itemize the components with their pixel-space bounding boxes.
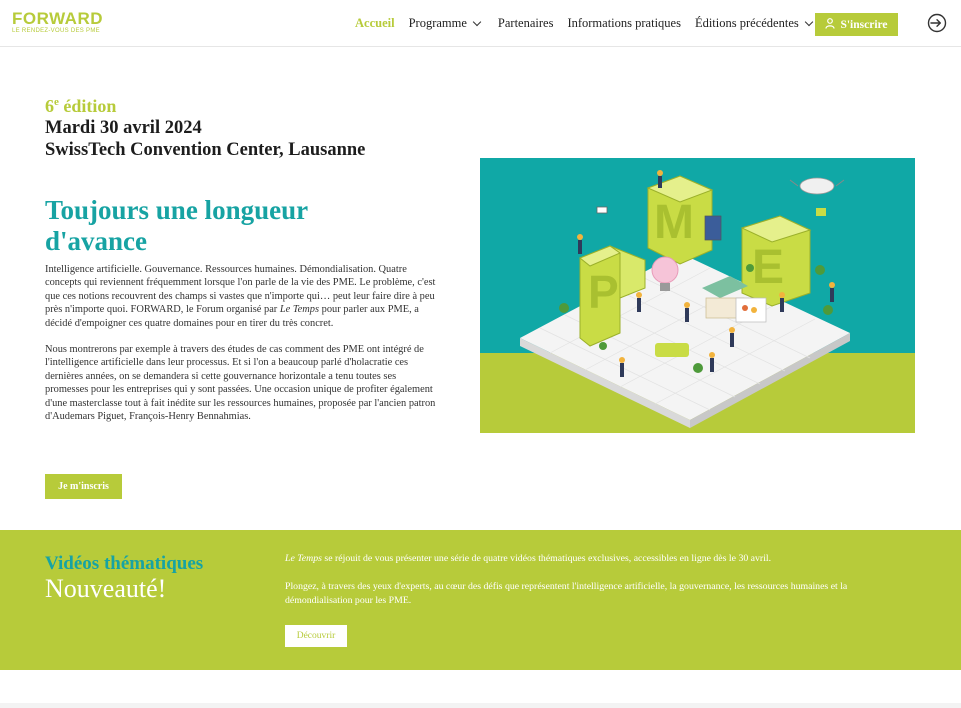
nav-item-partenaires[interactable]: Partenaires xyxy=(498,16,554,31)
videos-title: Vidéos thématiques xyxy=(45,553,204,574)
nav-label: Programme xyxy=(408,16,467,30)
user-icon xyxy=(825,17,836,32)
videos-subtitle: Nouveauté! xyxy=(45,574,167,603)
register-button[interactable]: S'inscrire xyxy=(815,13,898,36)
logo-wordmark: FORWARD xyxy=(12,9,104,28)
nav-label: Accueil xyxy=(355,16,395,30)
nav-item-editions-precedentes[interactable]: Éditions précédentes xyxy=(694,16,813,31)
intro-paragraph-1: Intelligence artificielle. Gouvernance. … xyxy=(45,264,436,329)
letter-e-glyph: E xyxy=(752,241,784,294)
main-nav: Accueil Programme Partenaires Informatio… xyxy=(355,16,826,31)
letter-m-glyph: M xyxy=(654,196,694,249)
edition-suffix: e xyxy=(54,96,59,108)
edition-number: 6 xyxy=(45,96,54,116)
login-icon[interactable] xyxy=(927,13,947,33)
videos-paragraph-2: Plongez, à travers des yeux d'experts, a… xyxy=(285,581,848,606)
nav-label: Informations pratiques xyxy=(567,16,681,30)
videos-section: Vidéos thématiques Nouveauté! Le Temps s… xyxy=(0,530,961,670)
nav-item-programme[interactable]: Programme xyxy=(408,16,482,31)
videos-paragraph-1: Le Temps se réjouit de vous présenter un… xyxy=(285,553,772,564)
intro-paragraph-2: Nous montrerons par exemple à travers de… xyxy=(45,344,436,423)
edition-label: 6e édition xyxy=(45,96,116,117)
nav-item-accueil[interactable]: Accueil xyxy=(355,16,395,31)
edition-word: édition xyxy=(63,96,117,116)
hero-illustration: P M E xyxy=(480,158,915,433)
event-venue: SwissTech Convention Center, Lausanne xyxy=(45,140,366,160)
nav-item-informations-pratiques[interactable]: Informations pratiques xyxy=(567,16,681,31)
letter-p-glyph: P xyxy=(588,266,619,318)
videos-description: Le Temps se réjouit de vous présenter un… xyxy=(285,552,915,622)
signup-button[interactable]: Je m'inscris xyxy=(45,474,122,499)
forward-logo[interactable]: FORWARD LE RENDEZ-VOUS DES PME xyxy=(12,10,103,34)
register-label: S'inscrire xyxy=(840,18,888,31)
footer-divider xyxy=(0,703,961,708)
discover-button[interactable]: Découvrir xyxy=(285,625,347,647)
logo-tagline: LE RENDEZ-VOUS DES PME xyxy=(12,28,100,34)
hero-title: Toujours une longueur d'avance xyxy=(45,195,308,256)
nav-label: Partenaires xyxy=(497,16,554,30)
nav-label: Éditions précédentes xyxy=(694,16,799,30)
chevron-down-icon xyxy=(472,17,482,27)
site-header: FORWARD LE RENDEZ-VOUS DES PME Accueil P… xyxy=(0,0,961,47)
event-date: Mardi 30 avril 2024 xyxy=(45,118,202,138)
chevron-down-icon xyxy=(804,17,813,27)
intro-text: Intelligence artificielle. Gouvernance. … xyxy=(45,263,437,436)
